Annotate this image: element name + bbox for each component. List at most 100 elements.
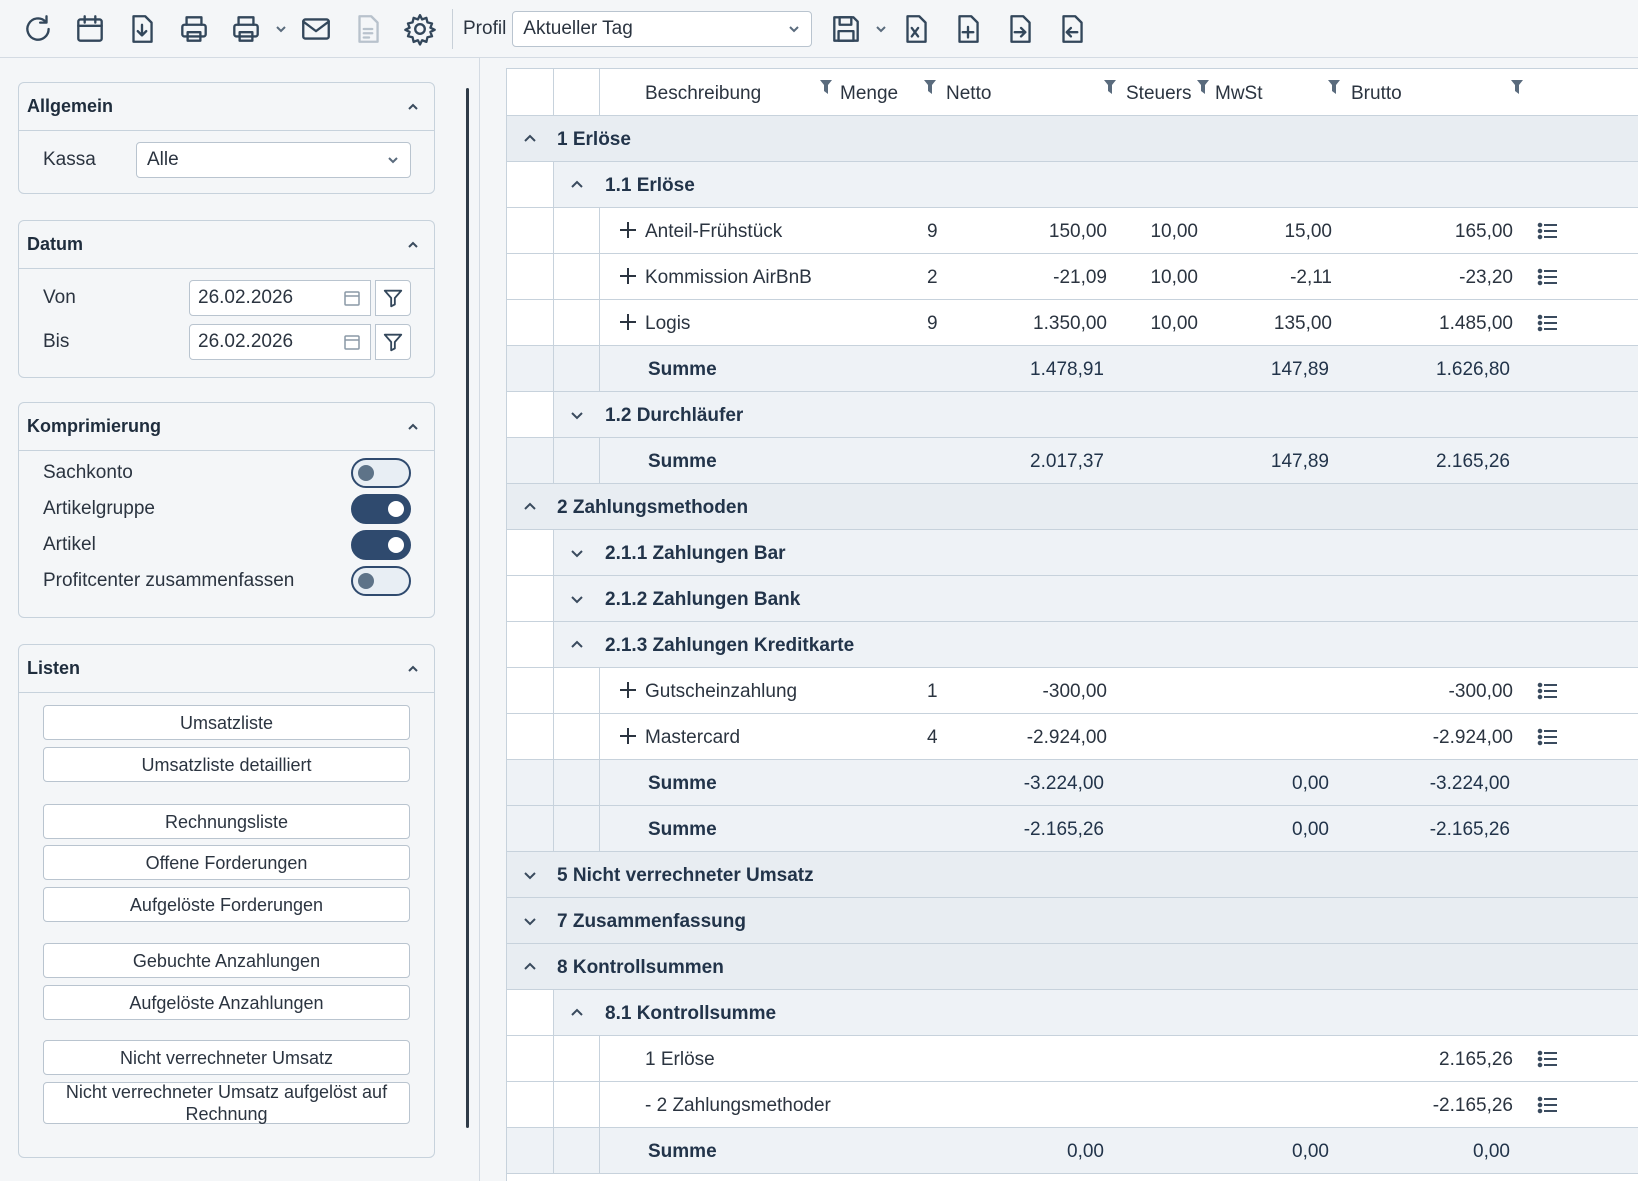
expand-plus-icon[interactable] — [618, 220, 638, 240]
list-button[interactable]: Offene Forderungen — [43, 845, 410, 880]
calendar-icon[interactable] — [64, 3, 116, 55]
chevron-up-icon[interactable] — [569, 637, 585, 653]
group-row[interactable]: 7 Zusammenfassung — [507, 898, 1638, 944]
von-filter-button[interactable] — [375, 280, 411, 316]
download-icon[interactable] — [116, 3, 168, 55]
column-header-brutto[interactable]: Brutto — [1351, 83, 1402, 105]
chevron-up-icon[interactable] — [406, 238, 420, 252]
filter-icon[interactable] — [1196, 79, 1210, 97]
details-list-icon[interactable] — [1537, 726, 1559, 748]
filter-icon[interactable] — [819, 79, 833, 97]
list-button[interactable]: Gebuchte Anzahlungen — [43, 943, 410, 978]
group-row[interactable]: 1 Erlöse — [507, 116, 1638, 162]
toggle-switch[interactable] — [351, 494, 411, 524]
table-row[interactable]: Anteil-Frühstück 9 150,00 10,00 15,00 165,00 — [507, 208, 1638, 254]
chevron-up-icon[interactable] — [406, 420, 420, 434]
von-date-input[interactable]: 26.02.2026 — [189, 280, 371, 316]
table-row[interactable]: Logis 9 1.350,00 10,00 135,00 1.485,00 — [507, 300, 1638, 346]
chevron-down-icon[interactable] — [569, 545, 585, 561]
table-row[interactable]: - 2 Zahlungsmethoder -2.165,26 — [507, 1082, 1638, 1128]
save-icon[interactable] — [820, 3, 872, 55]
expand-plus-icon[interactable] — [618, 726, 638, 746]
details-list-icon[interactable] — [1537, 1048, 1559, 1070]
subgroup-row[interactable]: 1.1 Erlöse — [507, 162, 1638, 208]
filter-icon[interactable] — [1103, 79, 1117, 97]
filter-icon[interactable] — [1327, 79, 1341, 97]
chevron-up-icon[interactable] — [522, 499, 538, 515]
toggle-switch[interactable] — [351, 530, 411, 560]
save-options-caret-icon[interactable] — [872, 3, 890, 55]
expand-plus-icon[interactable] — [618, 312, 638, 332]
section-datum-header[interactable]: Datum — [19, 221, 434, 269]
print-icon[interactable] — [168, 3, 220, 55]
calendar-icon[interactable] — [342, 332, 362, 352]
section-komprimierung-header[interactable]: Komprimierung — [19, 403, 434, 451]
chevron-up-icon[interactable] — [406, 662, 420, 676]
gear-icon[interactable] — [394, 3, 446, 55]
group-row[interactable]: 5 Nicht verrechneter Umsatz — [507, 852, 1638, 898]
table-row[interactable]: Kommission AirBnB 2 -21,09 10,00 -2,11 -23,20 — [507, 254, 1638, 300]
table-row[interactable]: 1 Erlöse 2.165,26 — [507, 1036, 1638, 1082]
bis-filter-button[interactable] — [375, 324, 411, 360]
details-list-icon[interactable] — [1537, 312, 1559, 334]
details-list-icon[interactable] — [1537, 266, 1559, 288]
table-row[interactable]: Gutscheinzahlung 1 -300,00 -300,00 — [507, 668, 1638, 714]
column-header-beschreibung[interactable]: Beschreibung — [645, 83, 761, 105]
toggle-switch[interactable] — [351, 458, 411, 488]
table-row[interactable]: Mastercard 4 -2.924,00 -2.924,00 — [507, 714, 1638, 760]
section-title: Allgemein — [27, 96, 114, 116]
refresh-icon[interactable] — [12, 3, 64, 55]
chevron-down-icon[interactable] — [522, 867, 538, 883]
list-button[interactable]: Aufgelöste Forderungen — [43, 887, 410, 922]
mail-icon[interactable] — [290, 3, 342, 55]
details-list-icon[interactable] — [1537, 220, 1559, 242]
chevron-up-icon[interactable] — [569, 1005, 585, 1021]
list-button[interactable]: Umsatzliste — [43, 705, 410, 740]
subgroup-row[interactable]: 2.1.1 Zahlungen Bar — [507, 530, 1638, 576]
bis-date-input[interactable]: 26.02.2026 — [189, 324, 371, 360]
kassa-select[interactable]: Alle — [136, 142, 411, 178]
chevron-up-icon[interactable] — [522, 131, 538, 147]
filter-icon[interactable] — [1510, 79, 1524, 97]
file-add-icon[interactable] — [942, 3, 994, 55]
file-export-icon[interactable] — [1046, 3, 1098, 55]
details-list-icon[interactable] — [1537, 1094, 1559, 1116]
subgroup-row[interactable]: 8.1 Kontrollsumme — [507, 990, 1638, 1036]
list-button[interactable]: Aufgelöste Anzahlungen — [43, 985, 410, 1020]
chevron-up-icon[interactable] — [406, 100, 420, 114]
subgroup-row[interactable]: 1.2 Durchläufer — [507, 392, 1638, 438]
group-row[interactable]: 8 Kontrollsummen — [507, 944, 1638, 990]
group-row[interactable]: 2 Zahlungsmethoden — [507, 484, 1638, 530]
expand-plus-icon[interactable] — [618, 680, 638, 700]
expand-plus-icon[interactable] — [618, 266, 638, 286]
print-options-icon[interactable] — [220, 3, 272, 55]
subgroup-label: 1.2 Durchläufer — [605, 405, 744, 426]
print-options-caret-icon[interactable] — [272, 3, 290, 55]
list-button[interactable]: Nicht verrechneter Umsatz aufgelöst auf … — [43, 1082, 410, 1124]
chevron-up-icon[interactable] — [569, 177, 585, 193]
chevron-down-icon[interactable] — [569, 591, 585, 607]
filter-panel-scrollbar[interactable] — [466, 88, 469, 1128]
section-listen-header[interactable]: Listen — [19, 645, 434, 693]
row-divider — [553, 1128, 554, 1174]
filter-icon[interactable] — [923, 79, 937, 97]
list-button[interactable]: Nicht verrechneter Umsatz — [43, 1040, 410, 1075]
calendar-icon[interactable] — [342, 288, 362, 308]
chevron-down-icon[interactable] — [522, 913, 538, 929]
details-list-icon[interactable] — [1537, 680, 1559, 702]
column-header-menge[interactable]: Menge — [840, 83, 898, 105]
list-button[interactable]: Rechnungsliste — [43, 804, 410, 839]
excel-export-icon[interactable] — [890, 3, 942, 55]
chevron-down-icon[interactable] — [569, 407, 585, 423]
profile-select[interactable]: Aktueller Tag — [512, 10, 813, 47]
file-import-icon[interactable] — [994, 3, 1046, 55]
subgroup-row[interactable]: 2.1.2 Zahlungen Bank — [507, 576, 1638, 622]
toggle-switch[interactable] — [351, 566, 411, 596]
subgroup-row[interactable]: 2.1.3 Zahlungen Kreditkarte — [507, 622, 1638, 668]
list-button[interactable]: Umsatzliste detailliert — [43, 747, 410, 782]
section-allgemein-header[interactable]: Allgemein — [19, 83, 434, 131]
chevron-up-icon[interactable] — [522, 959, 538, 975]
column-header-mwst[interactable]: MwSt — [1215, 83, 1263, 105]
column-header-netto[interactable]: Netto — [946, 83, 991, 105]
column-header-steuers[interactable]: Steuers — [1126, 83, 1191, 105]
